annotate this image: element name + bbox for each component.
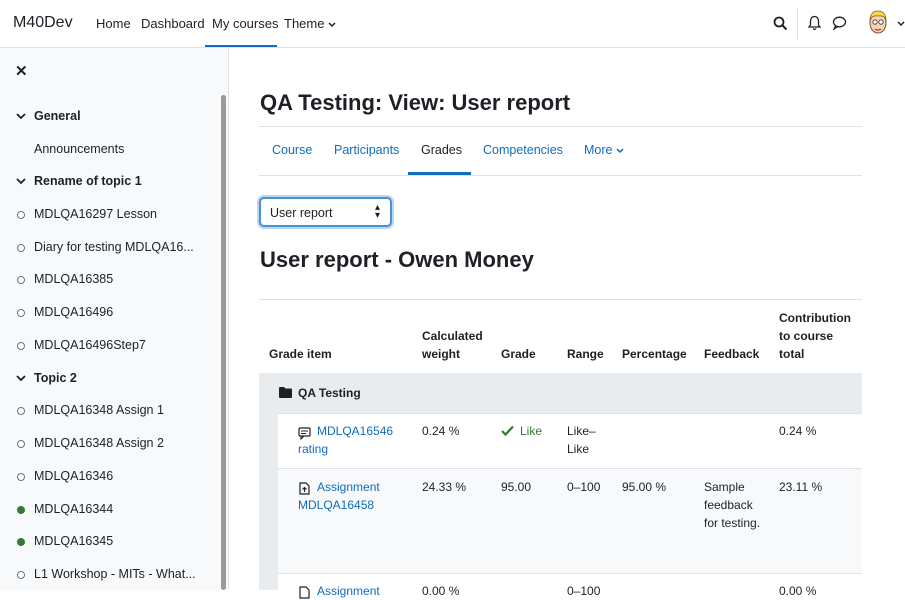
cell-range: 0–100 <box>567 480 601 494</box>
cell-weight: 0.24 % <box>422 424 460 438</box>
chevron-down-icon[interactable] <box>15 110 27 122</box>
bell-icon[interactable] <box>808 15 821 31</box>
col-header-contribution: Contribution to course total <box>779 311 851 361</box>
grade-item-link[interactable]: MDLQA16546 rating <box>298 422 398 458</box>
col-header-grade: Grade <box>501 347 536 361</box>
completion-status-icon <box>17 407 25 415</box>
cell-contribution: 0.00 % <box>779 584 817 598</box>
chevron-down-icon <box>328 22 336 28</box>
search-icon[interactable] <box>773 16 788 31</box>
completion-status-icon <box>17 276 25 284</box>
completion-status-icon <box>17 244 25 252</box>
section-general[interactable]: General <box>34 109 81 123</box>
col-header-range: Range <box>567 347 604 361</box>
course-index-item[interactable]: MDLQA16346 <box>34 469 113 483</box>
cell-percentage: 95.00 % <box>622 480 667 494</box>
top-navbar: M40Dev Home Dashboard My courses Theme <box>0 0 905 48</box>
nav-dashboard[interactable]: Dashboard <box>141 16 205 31</box>
category-indent <box>259 413 278 590</box>
nav-theme-label: Theme <box>284 16 325 31</box>
folder-icon <box>279 387 292 398</box>
tab-course[interactable]: Course <box>272 143 312 157</box>
col-header-calculated-weight: Calculated weight <box>422 329 483 361</box>
drawer-scrollbar[interactable] <box>221 95 226 590</box>
tab-competencies[interactable]: Competencies <box>483 143 563 157</box>
cell-grade: Like <box>520 424 543 438</box>
course-index-item[interactable]: MDLQA16385 <box>34 272 113 286</box>
course-index-item[interactable]: MDLQA16496Step7 <box>34 338 146 352</box>
select-arrows-icon: ▴ ▾ <box>374 202 380 221</box>
category-name: QA Testing <box>298 386 361 400</box>
cell-weight: 24.33 % <box>422 480 467 494</box>
completion-done-icon <box>17 538 25 546</box>
divider <box>259 126 862 127</box>
table-top-border <box>259 299 862 300</box>
course-index-item[interactable]: L1 Workshop - MITs - What... <box>34 567 196 581</box>
nav-theme[interactable]: Theme <box>284 16 336 31</box>
navbar-separator <box>797 8 798 40</box>
col-header-percentage: Percentage <box>622 347 687 361</box>
completion-done-icon <box>17 506 25 514</box>
course-index-item[interactable]: MDLQA16297 Lesson <box>34 207 157 221</box>
report-selector-value: User report <box>270 206 333 220</box>
completion-status-icon <box>17 342 25 350</box>
row-divider <box>278 468 862 469</box>
cell-contribution: 0.24 % <box>779 424 817 438</box>
col-header-feedback: Feedback <box>704 347 760 361</box>
chat-icon[interactable] <box>832 16 847 30</box>
cell-range: 0–100 <box>567 584 601 598</box>
cell-contribution: 23.11 % <box>779 480 823 494</box>
nav-my-courses[interactable]: My courses <box>212 16 278 31</box>
tab-more-label: More <box>584 143 613 157</box>
course-index-item[interactable]: MDLQA16348 Assign 1 <box>34 403 164 417</box>
tab-more[interactable]: More <box>584 143 624 157</box>
check-icon <box>501 425 514 436</box>
chevron-down-icon[interactable] <box>15 372 27 384</box>
avatar[interactable] <box>866 8 890 38</box>
section-topic-1[interactable]: Rename of topic 1 <box>34 174 142 188</box>
report-selector[interactable]: User report ▴ ▾ <box>259 197 392 227</box>
active-nav-indicator <box>205 45 277 47</box>
divider <box>259 175 862 176</box>
nav-home[interactable]: Home <box>96 16 131 31</box>
course-index-item[interactable]: MDLQA16496 <box>34 305 113 319</box>
site-brand[interactable]: M40Dev <box>13 14 73 32</box>
course-index-item[interactable]: MDLQA16345 <box>34 534 113 548</box>
completion-status-icon <box>17 309 25 317</box>
assignment-icon <box>299 586 310 599</box>
course-index-item[interactable]: Diary for testing MDLQA16... <box>34 240 194 254</box>
close-icon[interactable]: ✕ <box>15 62 28 80</box>
completion-status-icon <box>17 211 25 219</box>
completion-status-icon <box>17 440 25 448</box>
row-divider <box>278 413 862 414</box>
cell-feedback: Sample feedback for testing. <box>704 480 761 530</box>
section-topic-2[interactable]: Topic 2 <box>34 371 77 385</box>
grade-item-link[interactable]: Assignment MDLQA16458 <box>298 478 398 514</box>
completion-status-icon <box>17 571 25 579</box>
user-menu-chevron-icon[interactable] <box>897 21 905 27</box>
course-index-item[interactable]: MDLQA16348 Assign 2 <box>34 436 164 450</box>
row-divider <box>278 573 862 574</box>
cell-grade: 95.00 <box>501 480 532 494</box>
cell-range: Like–Like <box>567 424 596 456</box>
course-index-item[interactable]: Announcements <box>34 142 124 156</box>
report-heading: User report - Owen Money <box>260 247 534 272</box>
cell-weight: 0.00 % <box>422 584 460 598</box>
course-index-item[interactable]: MDLQA16344 <box>34 502 113 516</box>
chevron-down-icon <box>616 148 624 154</box>
tab-grades[interactable]: Grades <box>421 143 462 157</box>
col-header-grade-item: Grade item <box>269 347 332 361</box>
tab-participants[interactable]: Participants <box>334 143 399 157</box>
grade-item-link[interactable]: Assignment <box>317 582 380 600</box>
completion-status-icon <box>17 473 25 481</box>
page-title: QA Testing: View: User report <box>260 90 571 115</box>
chevron-down-icon[interactable] <box>15 175 27 187</box>
